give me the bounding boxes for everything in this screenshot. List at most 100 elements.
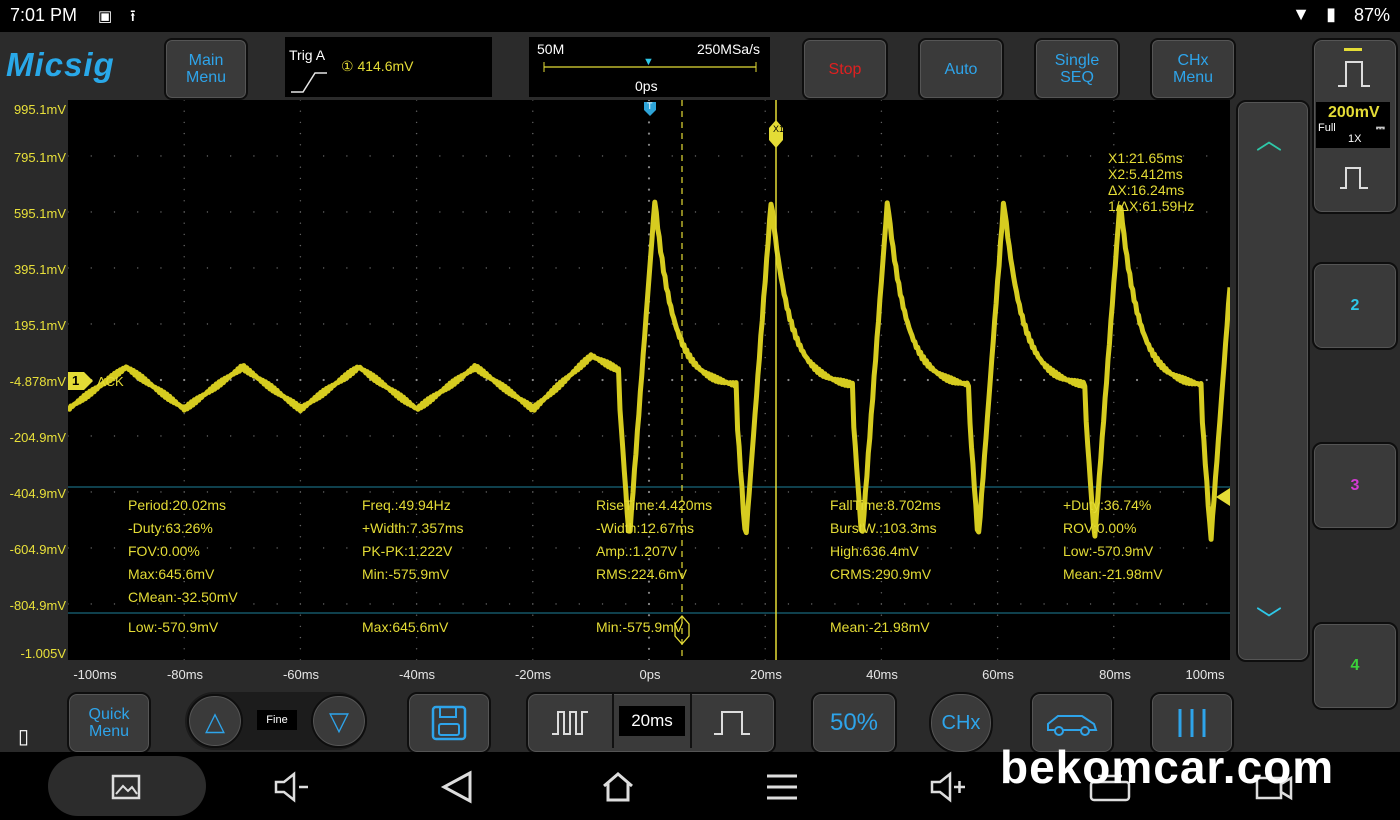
screenshot-button[interactable]: [48, 756, 206, 816]
grid-dot: [532, 502, 534, 504]
waveform-display[interactable]: X1 T X1:21.65ms X2:5.412ms ΔX:16.24ms 1/…: [68, 100, 1230, 660]
chx-menu-button[interactable]: CHx Menu: [1150, 38, 1236, 100]
grid-dot: [299, 536, 302, 538]
grid-dot: [764, 100, 766, 101]
grid-dot: [1113, 323, 1115, 325]
grid-dot: [764, 166, 766, 168]
scroll-up-icon[interactable]: ︿: [1256, 120, 1282, 157]
volume-up-icon[interactable]: [928, 770, 968, 804]
grid-dot: [1089, 603, 1092, 605]
fine-toggle[interactable]: Fine: [257, 710, 297, 730]
adjust-up-button[interactable]: △: [187, 694, 243, 748]
grid-dot: [625, 267, 627, 269]
grid-dot: [299, 547, 302, 549]
scroll-down-icon[interactable]: ﹀: [1256, 600, 1282, 637]
grid-dot: [578, 435, 580, 437]
main-menu-button[interactable]: Main Menu: [164, 38, 248, 100]
timebase-value[interactable]: 20ms: [619, 706, 685, 736]
auto-button[interactable]: Auto: [918, 38, 1004, 100]
grid-dot: [415, 121, 418, 124]
grid-dot: [1042, 378, 1046, 382]
grid-dot: [880, 100, 883, 101]
y-tick-label: -404.9mV: [9, 486, 66, 501]
trigger-panel[interactable]: Trig A ① 414.6mV: [285, 37, 492, 97]
grid-dot: [741, 547, 743, 549]
trigger-level-marker[interactable]: [1216, 488, 1230, 506]
grid-dot: [346, 491, 348, 493]
grid-dot: [647, 132, 651, 135]
single-seq-button[interactable]: Single SEQ: [1034, 38, 1120, 100]
grid-dot: [183, 144, 185, 146]
grid-dot: [485, 155, 488, 157]
divider: [612, 694, 614, 748]
ch3-button[interactable]: 3: [1312, 442, 1398, 530]
grid-dot: [532, 188, 534, 191]
grid-dot: [532, 244, 534, 247]
grid-dot: [392, 378, 395, 382]
grid-dot: [183, 244, 185, 247]
measure-fov: FOV:0.00%: [128, 543, 200, 559]
grid-dot: [439, 267, 441, 269]
grid-dot: [508, 378, 511, 382]
ch2-button[interactable]: 2: [1312, 262, 1398, 350]
grid-dot: [532, 256, 534, 258]
vertical-scroll-panel[interactable]: ︿ ﹀: [1236, 100, 1310, 662]
grid-dot: [299, 244, 302, 247]
grid-dot: [1066, 603, 1069, 605]
grid-dot: [996, 390, 999, 392]
chx-button[interactable]: CHx: [929, 692, 993, 754]
grid-dot: [253, 491, 255, 493]
grid-dot: [183, 401, 185, 404]
stop-button[interactable]: Stop: [802, 38, 888, 100]
grid-dot: [113, 435, 116, 437]
ch1-control[interactable]: 200mV Full 1X ⎓: [1312, 38, 1398, 214]
grid-dot: [694, 378, 697, 382]
grid-dot: [183, 412, 185, 415]
grid-dot: [415, 368, 418, 370]
save-button[interactable]: [407, 692, 491, 754]
grid-dot: [950, 435, 952, 437]
grid-dot: [950, 155, 952, 157]
grid-dot: [415, 155, 418, 157]
grid-dot: [322, 435, 325, 437]
grid-dot: [532, 648, 534, 650]
grid-dot: [415, 222, 418, 224]
grid-dot: [996, 468, 999, 471]
grid-dot: [183, 256, 185, 258]
timebase-decrease-button[interactable]: [532, 698, 608, 746]
recents-menu-icon[interactable]: [764, 772, 800, 802]
grid-dot: [973, 378, 976, 382]
rising-edge-icon: [291, 72, 327, 93]
timebase-increase-button[interactable]: [694, 698, 770, 746]
vertical-cursors-icon: [1178, 709, 1206, 737]
grid-dot: [834, 491, 836, 493]
ch1-offset-marker[interactable]: 1: [68, 372, 93, 390]
grid-dot: [415, 536, 418, 538]
trigger-level: ① 414.6mV: [341, 58, 414, 74]
home-icon[interactable]: [600, 770, 636, 804]
grid-dot: [996, 614, 999, 616]
grid-dot: [299, 502, 302, 504]
back-icon[interactable]: [440, 770, 476, 804]
ch4-button[interactable]: 4: [1312, 622, 1398, 710]
grid-dot: [392, 211, 395, 213]
fifty-percent-button[interactable]: 50%: [811, 692, 897, 754]
grid-dot: [415, 659, 418, 660]
adjust-down-button[interactable]: ▽: [311, 694, 367, 748]
x-tick-label: -40ms: [398, 667, 436, 682]
grid-dot: [787, 547, 790, 549]
acquisition-panel[interactable]: 50M 250MSa/s ▼ 0ps: [529, 37, 770, 97]
grid-dot: [1113, 468, 1115, 471]
grid-dot: [276, 155, 278, 157]
grid-dot: [68, 603, 69, 605]
grid-dot: [508, 547, 511, 549]
grid-dot: [276, 491, 278, 493]
grid-dot: [950, 491, 952, 493]
volume-down-icon[interactable]: [272, 770, 312, 804]
measure-rms: RMS:224.6mV: [596, 566, 688, 582]
y-tick-label: 995.1mV: [13, 102, 66, 117]
grid-dot: [532, 659, 534, 660]
grid-dot: [462, 547, 464, 549]
quick-menu-button[interactable]: Quick Menu: [67, 692, 151, 754]
grid-dot: [532, 356, 534, 359]
